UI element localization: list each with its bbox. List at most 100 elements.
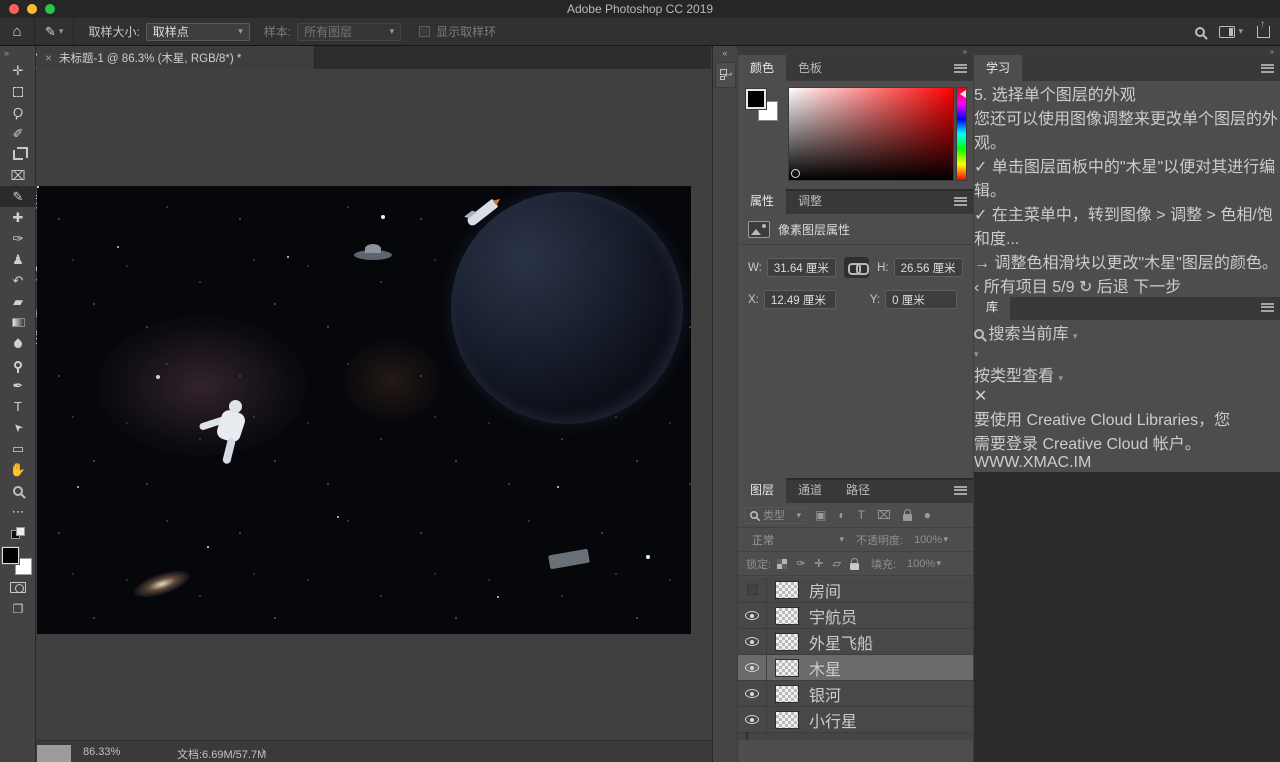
panel-menu-icon[interactable]	[1261, 303, 1274, 312]
filter-shape-icon[interactable]: ⌧	[877, 508, 891, 522]
history-brush-tool[interactable]: ↶	[0, 270, 36, 291]
layer-thumbnail[interactable]	[775, 581, 799, 599]
default-colors-icon[interactable]	[0, 522, 36, 543]
layer-thumbnail[interactable]	[775, 607, 799, 625]
dodge-tool[interactable]	[0, 354, 36, 375]
hue-strip[interactable]	[956, 87, 967, 181]
lock-artboard-icon[interactable]: ▱	[833, 557, 841, 570]
back-button[interactable]: 后退	[1097, 279, 1129, 296]
layer-thumbnail[interactable]	[775, 633, 799, 651]
edit-toolbar-button[interactable]: ⋯	[0, 501, 36, 522]
pen-tool[interactable]: ✒	[0, 375, 36, 396]
tab-channels[interactable]: 通道	[786, 477, 834, 503]
close-window-button[interactable]	[9, 4, 19, 14]
library-select[interactable]: ▾	[974, 344, 1280, 362]
view-by-type-select[interactable]: 按类型查看	[974, 368, 1054, 385]
height-field[interactable]: 26.56 厘米	[894, 258, 963, 277]
layer-row-room[interactable]: 房间	[738, 577, 973, 603]
tab-layers[interactable]: 图层	[738, 477, 786, 503]
panel-menu-icon[interactable]	[954, 64, 967, 73]
filter-lock-icon[interactable]	[903, 514, 912, 521]
search-icon[interactable]	[1195, 27, 1205, 37]
foreground-color-swatch[interactable]	[746, 89, 766, 109]
lock-pixels-icon[interactable]: ✑	[796, 557, 805, 570]
saturation-brightness-field[interactable]	[788, 87, 954, 181]
visibility-toggle[interactable]	[738, 681, 767, 706]
lock-transparency-icon[interactable]	[777, 559, 787, 569]
link-dimensions-icon[interactable]	[844, 257, 869, 278]
tab-adjustments[interactable]: 调整	[786, 188, 834, 214]
filter-type-icon[interactable]: T	[858, 508, 865, 522]
y-field[interactable]: 0 厘米	[885, 290, 957, 309]
close-tab-icon[interactable]: ×	[45, 51, 52, 65]
filter-adjustment-icon[interactable]: ◐	[838, 508, 845, 522]
tab-properties[interactable]: 属性	[738, 188, 786, 214]
blend-mode-select[interactable]: 正常▾	[746, 531, 850, 548]
lock-position-icon[interactable]: ✛	[814, 557, 823, 570]
gradient-tool[interactable]	[0, 312, 36, 333]
filter-toggle-icon[interactable]: ●	[924, 508, 931, 522]
crop-tool[interactable]	[0, 144, 36, 165]
canvas-image[interactable]	[37, 186, 691, 634]
sample-size-select[interactable]: 取样点 ▾	[146, 23, 250, 41]
move-tool[interactable]: ✛	[0, 60, 36, 81]
healing-brush-tool[interactable]: ✚	[0, 207, 36, 228]
lock-all-icon[interactable]	[850, 563, 859, 570]
frame-tool[interactable]: ⌧	[0, 165, 36, 186]
layer-thumbnail[interactable]	[775, 711, 799, 729]
toolbar-expand-icon[interactable]: »	[0, 46, 35, 60]
canvas[interactable]	[37, 69, 711, 740]
expand-dock-icon[interactable]: »	[963, 47, 967, 56]
tab-libraries[interactable]: 库	[974, 294, 1010, 320]
panel-menu-icon[interactable]	[954, 486, 967, 495]
eraser-tool[interactable]: ▰	[0, 291, 36, 312]
status-menu-icon[interactable]: ›	[261, 745, 265, 757]
hand-tool[interactable]: ✋	[0, 459, 36, 480]
fill-field[interactable]: 100%▾	[902, 555, 946, 572]
filter-image-icon[interactable]: ▣	[815, 508, 826, 522]
share-icon[interactable]	[1257, 26, 1270, 38]
current-tool-button[interactable]: ✎ ▾	[34, 18, 74, 45]
next-button[interactable]: 下一步	[1133, 279, 1181, 296]
foreground-background-swatch[interactable]	[2, 547, 32, 575]
tab-swatches[interactable]: 色板	[786, 55, 834, 81]
eyedropper-tool[interactable]: ✎	[0, 186, 36, 207]
history-panel-button[interactable]	[715, 62, 736, 88]
minimize-window-button[interactable]	[27, 4, 37, 14]
layer-filter-select[interactable]: 类型 ▾	[744, 507, 806, 524]
layer-thumbnail[interactable]	[775, 685, 799, 703]
layer-row-jupiter[interactable]: 木星	[738, 655, 973, 681]
home-icon[interactable]: ⌂	[0, 23, 34, 40]
visibility-toggle[interactable]	[738, 629, 767, 654]
visibility-toggle[interactable]	[738, 603, 767, 628]
layer-thumbnail[interactable]	[775, 659, 799, 677]
opacity-field[interactable]: 100%▾	[909, 531, 953, 548]
color-swatches[interactable]	[746, 89, 780, 123]
layer-row-galaxy[interactable]: 银河	[738, 681, 973, 707]
zoom-tool[interactable]	[0, 480, 36, 501]
document-tab[interactable]: × 未标题-1 @ 86.3% (木星, RGB/8*) *	[37, 46, 315, 69]
expand-dock-icon[interactable]: »	[1270, 47, 1274, 56]
tab-color[interactable]: 颜色	[738, 55, 786, 81]
tab-paths[interactable]: 路径	[834, 477, 882, 503]
layer-row-alien-ship[interactable]: 外星飞船	[738, 629, 973, 655]
panel-menu-icon[interactable]	[954, 197, 967, 206]
visibility-toggle[interactable]	[738, 577, 767, 602]
clone-stamp-tool[interactable]: ♟	[0, 249, 36, 270]
restart-icon[interactable]: ↻	[1079, 279, 1092, 296]
screen-mode-button[interactable]: ❐	[0, 598, 36, 619]
color-cursor[interactable]	[791, 169, 800, 178]
collapse-dock-icon[interactable]: «	[713, 46, 737, 58]
layer-row-astronaut[interactable]: 宇航员	[738, 603, 973, 629]
blur-tool[interactable]	[0, 333, 36, 354]
tab-learn[interactable]: 学习	[974, 55, 1022, 81]
foreground-color-swatch[interactable]	[2, 547, 19, 564]
hue-slider-arrow[interactable]	[960, 90, 966, 98]
quick-mask-button[interactable]	[0, 577, 36, 598]
layer-row-asteroid[interactable]: 小行星	[738, 707, 973, 733]
visibility-toggle[interactable]	[738, 707, 767, 732]
panel-menu-icon[interactable]	[1261, 64, 1274, 73]
zoom-level[interactable]: 86.33%	[83, 746, 120, 758]
zoom-window-button[interactable]	[45, 4, 55, 14]
width-field[interactable]: 31.64 厘米	[767, 258, 836, 277]
